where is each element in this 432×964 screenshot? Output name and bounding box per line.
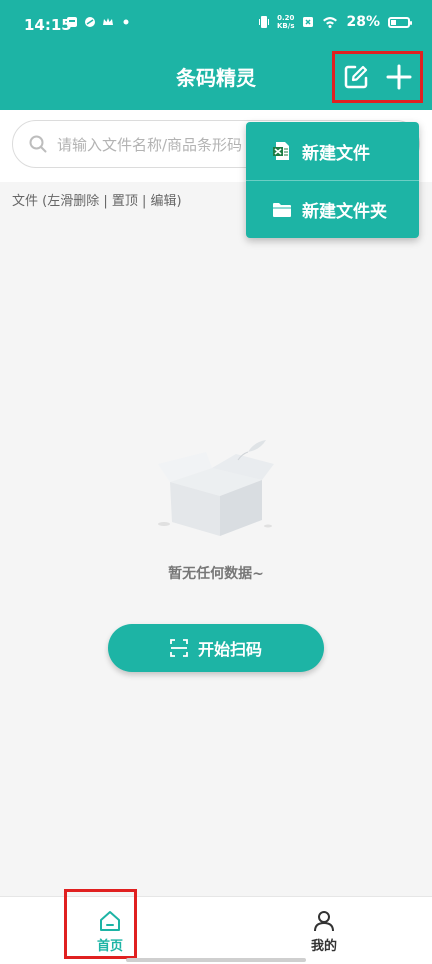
edit-icon [345, 65, 368, 89]
notification-dot-icon [123, 19, 129, 25]
start-scan-label: 开始扫码 [197, 640, 262, 659]
start-scan-button[interactable]: 开始扫码 [108, 624, 324, 672]
header-actions-highlight [332, 51, 423, 103]
tab-me[interactable]: 我的 [276, 897, 372, 964]
tab-home[interactable]: 首页 [62, 897, 158, 964]
new-folder-menu-item[interactable]: 新建文件夹 [246, 180, 419, 238]
wifi-icon [323, 17, 338, 28]
tab-me-label: 我的 [310, 938, 337, 954]
empty-state-text: 暂无任何数据~ [168, 566, 264, 582]
net-speed: 0.20 KB/s [277, 14, 294, 30]
search-icon [29, 135, 47, 153]
plus-icon [386, 64, 412, 90]
edit-button[interactable] [342, 63, 370, 91]
app-header: 14:15 0.20 KB/s 28% 条码精灵 [0, 0, 432, 110]
no-sim-icon [303, 17, 314, 27]
bottom-tabbar: 首页 我的 [0, 896, 432, 964]
new-menu-dropdown: 新建文件 新建文件夹 [246, 122, 419, 238]
new-folder-label: 新建文件夹 [302, 202, 387, 222]
gesture-bar [126, 958, 306, 962]
status-notification-icons [66, 16, 132, 28]
scan-icon [170, 639, 188, 657]
excel-file-icon [272, 141, 292, 161]
status-bar: 14:15 0.20 KB/s 28% [0, 0, 432, 48]
user-icon [314, 910, 334, 931]
file-list-hint: 文件 (左滑删除 | 置顶 | 编辑) [12, 194, 182, 209]
empty-box-illustration [158, 440, 274, 536]
notification-leaf-icon [85, 17, 95, 27]
notification-crown-icon [103, 18, 113, 25]
add-button[interactable] [385, 63, 413, 91]
new-file-menu-item[interactable]: 新建文件 [246, 122, 419, 180]
net-speed-unit: KB/s [277, 22, 295, 30]
status-system-icons: 0.20 KB/s 28% [259, 14, 412, 30]
battery-percent: 28% [346, 14, 380, 30]
search-placeholder: 请输入文件名称/商品条形码 [57, 135, 243, 154]
notification-app-icon [67, 17, 77, 27]
vibrate-icon [259, 16, 269, 28]
status-time: 14:15 [24, 16, 72, 34]
net-speed-value: 0.20 [277, 14, 295, 22]
folder-icon [272, 200, 292, 220]
home-icon [100, 910, 120, 931]
battery-icon [388, 16, 412, 28]
tab-home-label: 首页 [96, 938, 123, 954]
new-file-label: 新建文件 [302, 143, 370, 164]
